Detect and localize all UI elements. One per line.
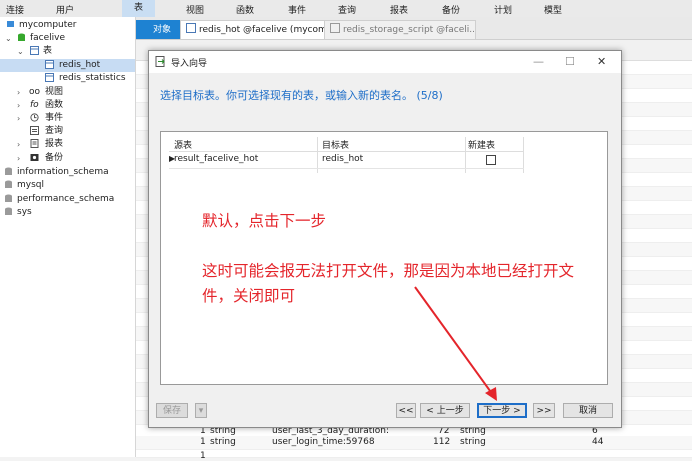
tree-table-label: redis_statistics [59, 73, 126, 83]
cell: 112 [433, 437, 451, 447]
cancel-button[interactable]: 取消 [563, 403, 613, 418]
table-row[interactable]: 1 string user_login_time:59768 112 strin… [136, 436, 692, 450]
menu-query[interactable]: 查询 [338, 3, 356, 16]
database-icon [5, 194, 12, 202]
chevron-down-icon[interactable]: ⌄ [5, 32, 12, 45]
tree-group-label: 备份 [45, 153, 64, 163]
chevron-down-icon[interactable]: ⌄ [17, 45, 24, 58]
chevron-right-icon[interactable]: › [17, 152, 20, 165]
minimize-icon[interactable]: — [533, 55, 544, 68]
backup-icon [30, 154, 39, 161]
source-table-cell[interactable]: result_facelive_hot [174, 154, 258, 164]
clock-icon [30, 113, 39, 122]
dialog-titlebar[interactable]: 导入向导 — ☐ ✕ [149, 51, 621, 73]
mapping-header: 源表 目标表 新建表 [169, 137, 524, 152]
previous-step-button[interactable]: < 上一步 [420, 403, 470, 418]
save-dropdown-button[interactable]: ▾ [195, 403, 207, 418]
report-icon [30, 139, 39, 148]
menu-table[interactable]: 表 [122, 0, 156, 17]
tab-bar: 对象 redis_hot @facelive (mycom... redis_s… [136, 17, 692, 40]
close-icon[interactable]: ✕ [597, 55, 606, 68]
menu-function[interactable]: 函数 [236, 3, 254, 16]
menu-backup[interactable]: 备份 [442, 3, 460, 16]
chevron-right-icon[interactable]: › [17, 86, 20, 99]
tree-group-label: 函数 [45, 100, 64, 110]
cell: 44 [592, 437, 604, 447]
first-step-button[interactable]: << [396, 403, 416, 418]
tree-db-label: performance_schema [17, 194, 115, 204]
tab-label: redis_hot @facelive (mycom... [199, 25, 332, 35]
tree-table-redis-hot[interactable]: redis_hot [0, 59, 135, 72]
tree-db-label: sys [17, 207, 32, 217]
tree-table-label: redis_hot [59, 60, 101, 70]
table-icon [186, 23, 196, 33]
chevron-right-icon[interactable]: › [17, 138, 20, 151]
last-step-button[interactable]: >> [533, 403, 555, 418]
table-icon [45, 60, 54, 69]
menu-connection[interactable]: 连接 [6, 3, 24, 16]
tab-label: redis_storage_script @faceli... [343, 25, 476, 35]
tab-redis-hot[interactable]: redis_hot @facelive (mycom... [180, 20, 332, 39]
menu-event[interactable]: 事件 [288, 3, 306, 16]
main-menubar: 连接 用户 表 视图 函数 事件 查询 报表 备份 计划 模型 [0, 0, 692, 18]
import-icon [155, 56, 165, 67]
tree-db-label: information_schema [17, 167, 109, 177]
menu-view[interactable]: 视图 [186, 3, 204, 16]
tree-tables-label: 表 [43, 46, 53, 56]
tree-connection-label: mycomputer [19, 20, 77, 30]
tree-group-label: 查询 [45, 126, 64, 136]
tree-group-label: 事件 [45, 113, 64, 123]
navigation-tree: mycomputer ⌄ facelive ⌄ 表 redis_hot redi… [0, 17, 136, 457]
cell: user_login_time:59768 [272, 437, 375, 447]
annotation-text-1: 默认，点击下一步 [202, 212, 327, 230]
table-icon [330, 23, 340, 33]
annotation-text-3: 件，关闭即可 [202, 287, 296, 305]
database-icon [5, 167, 12, 175]
next-step-button[interactable]: 下一步 > [477, 403, 527, 418]
new-table-checkbox[interactable] [486, 155, 496, 165]
header-source-table[interactable]: 源表 [174, 138, 192, 151]
mapping-row[interactable]: ▶ result_facelive_hot redis_hot [169, 152, 524, 169]
wizard-instruction: 选择目标表。你可选择现有的表，或输入新的表名。 (5/8) [160, 89, 443, 102]
table-icon [45, 73, 54, 82]
tab-redis-storage-script[interactable]: redis_storage_script @faceli... [324, 20, 476, 39]
cell: string [460, 437, 486, 447]
table-mapping-panel: 源表 目标表 新建表 ▶ result_facelive_hot redis_h… [160, 131, 608, 385]
cell: 1 [200, 437, 206, 447]
chevron-right-icon[interactable]: › [17, 99, 20, 112]
menu-report[interactable]: 报表 [390, 3, 408, 16]
cell: 1 [200, 451, 206, 461]
tree-group-label: 报表 [45, 139, 64, 149]
save-button[interactable]: 保存 [156, 403, 188, 418]
query-icon [30, 126, 39, 135]
database-icon [18, 33, 25, 41]
maximize-icon[interactable]: ☐ [565, 55, 575, 68]
target-table-cell[interactable]: redis_hot [322, 154, 363, 164]
database-icon [5, 207, 12, 215]
tree-group-label: 视图 [45, 87, 64, 97]
view-icon: oo [29, 87, 41, 97]
chevron-right-icon[interactable]: › [17, 112, 20, 125]
dialog-title: 导入向导 [171, 59, 208, 69]
table-group-icon [30, 46, 39, 55]
header-new-table[interactable]: 新建表 [468, 138, 495, 151]
menu-user[interactable]: 用户 [56, 3, 74, 16]
import-wizard-dialog: 导入向导 — ☐ ✕ 选择目标表。你可选择现有的表，或输入新的表名。 (5/8)… [148, 50, 622, 428]
database-icon [5, 180, 12, 188]
tree-database-label: facelive [30, 33, 66, 43]
annotation-arrow [414, 286, 497, 401]
function-icon: fo [30, 100, 39, 110]
menu-model[interactable]: 模型 [544, 3, 562, 16]
header-target-table[interactable]: 目标表 [322, 138, 349, 151]
menu-schedule[interactable]: 计划 [494, 3, 512, 16]
cell: string [210, 437, 236, 447]
annotation-text-2: 这时可能会报无法打开文件，那是因为本地已经打开文 [202, 262, 575, 280]
tree-db-label: mysql [17, 180, 44, 190]
connection-icon [7, 21, 14, 27]
